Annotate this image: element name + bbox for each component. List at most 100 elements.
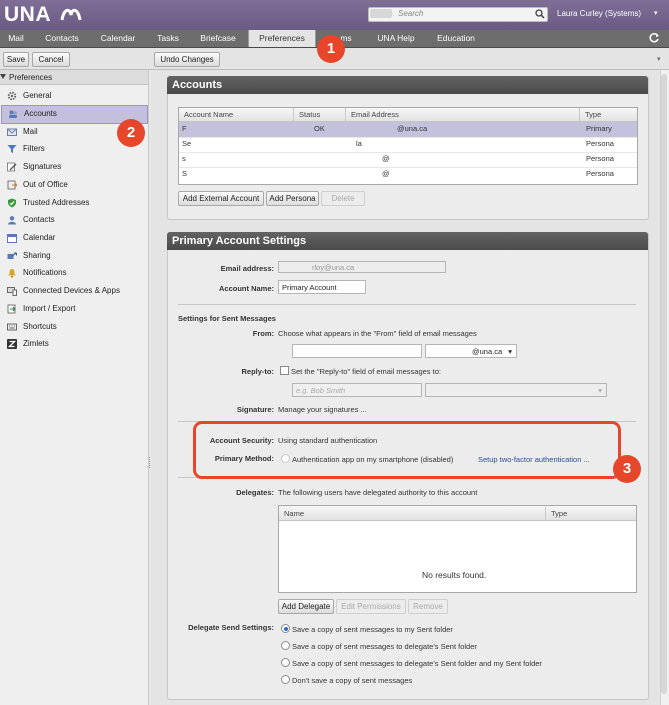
- collapse-caret-icon[interactable]: [0, 74, 6, 79]
- from-name-input[interactable]: [292, 344, 422, 358]
- calendar-icon: [7, 234, 17, 243]
- column-header-type[interactable]: Type: [580, 108, 636, 121]
- toolbar-options-caret-icon[interactable]: ▾: [657, 55, 661, 63]
- accounts-panel-title: Accounts: [167, 76, 648, 94]
- tab-briefcase[interactable]: Briefcase: [192, 30, 244, 47]
- user-name[interactable]: Laura Curley (Systems): [557, 9, 641, 18]
- account-name-cell: s: [182, 154, 186, 163]
- table-row[interactable]: s @ Persona: [179, 152, 637, 168]
- table-row[interactable]: Se la Persona: [179, 137, 637, 153]
- undo-changes-button[interactable]: Undo Changes: [154, 52, 220, 67]
- cancel-button[interactable]: Cancel: [32, 52, 70, 67]
- sidebar-item-label: Trusted Addresses: [23, 198, 90, 207]
- send-option-radio[interactable]: [281, 641, 290, 650]
- send-option-label: Save a copy of sent messages to delegate…: [292, 659, 542, 668]
- primary-account-panel-title: Primary Account Settings: [167, 232, 648, 250]
- email-cell: @: [382, 154, 390, 163]
- sidebar-item-notifications[interactable]: Notifications: [0, 264, 148, 281]
- keyboard-icon: [7, 323, 17, 331]
- sidebar-item-contacts[interactable]: Contacts: [0, 211, 148, 228]
- sidebar-title: Preferences: [9, 73, 53, 82]
- save-button[interactable]: Save: [3, 52, 29, 67]
- sidebar-item-calendar[interactable]: Calendar: [0, 229, 148, 246]
- signature-label: Signature:: [236, 405, 274, 414]
- sidebar-item-trusted-addresses[interactable]: Trusted Addresses: [0, 194, 148, 211]
- column-header-email-address[interactable]: Email Address: [346, 108, 580, 121]
- sidebar-item-zimlets[interactable]: Zimlets: [0, 335, 148, 352]
- callout-badge-1: 1: [317, 35, 345, 63]
- sidebar-item-label: Filters: [23, 144, 45, 153]
- remove-delegate-button[interactable]: Remove: [408, 599, 448, 614]
- sidebar-item-label: Mail: [23, 127, 38, 136]
- add-external-account-button[interactable]: Add External Account: [178, 191, 264, 206]
- table-row[interactable]: S @ Persona: [179, 167, 637, 182]
- email-address-field: rloy@una.ca: [278, 261, 446, 273]
- sidebar-item-connected-devices[interactable]: Connected Devices & Apps: [0, 282, 148, 299]
- divider: [178, 304, 636, 305]
- send-option-radio[interactable]: [281, 675, 290, 684]
- email-address-label: Email address:: [220, 264, 274, 273]
- out-of-office-icon: [7, 180, 17, 190]
- sidebar-item-import-export[interactable]: Import / Export: [0, 300, 148, 317]
- sidebar-item-sharing[interactable]: Sharing: [0, 247, 148, 264]
- tab-mail[interactable]: Mail: [0, 30, 32, 47]
- email-cell: @una.ca: [397, 124, 428, 133]
- app-logo[interactable]: UNA: [4, 3, 51, 27]
- column-header-type[interactable]: Type: [546, 507, 635, 520]
- dropdown-caret-icon: ▾: [598, 386, 602, 395]
- account-name-field[interactable]: Primary Account: [278, 280, 366, 294]
- reply-to-address-select[interactable]: ▾: [425, 383, 607, 397]
- account-name-cell: S: [182, 169, 188, 178]
- table-row[interactable]: F OK @una.ca Primary: [179, 122, 637, 138]
- sidebar-item-label: Sharing: [23, 251, 51, 260]
- sidebar-item-label: Out of Office: [23, 180, 68, 189]
- search-icon[interactable]: [535, 9, 545, 19]
- sidebar-item-label: Calendar: [23, 233, 56, 242]
- highlight-box: [193, 421, 621, 479]
- tab-education[interactable]: Education: [428, 30, 484, 47]
- filter-icon: [7, 145, 17, 153]
- manage-signatures-link[interactable]: Manage your signatures ...: [278, 405, 367, 414]
- delete-account-button[interactable]: Delete: [321, 191, 365, 206]
- mail-icon: [7, 128, 17, 136]
- bell-icon: [8, 269, 16, 278]
- import-export-icon: [7, 304, 16, 314]
- tab-contacts[interactable]: Contacts: [36, 30, 88, 47]
- refresh-icon[interactable]: [648, 32, 660, 44]
- tab-calendar[interactable]: Calendar: [92, 30, 144, 47]
- add-persona-button[interactable]: Add Persona: [266, 191, 319, 206]
- tab-tasks[interactable]: Tasks: [150, 30, 186, 47]
- reply-to-name-input[interactable]: e.g. Bob Smith: [292, 383, 422, 397]
- tab-una-help[interactable]: UNA Help: [370, 30, 422, 47]
- edit-permissions-button[interactable]: Edit Permissions: [336, 599, 406, 614]
- from-address-select[interactable]: @una.ca ▾: [425, 344, 517, 358]
- user-menu-caret-icon[interactable]: ▾: [654, 9, 658, 17]
- reply-to-checkbox[interactable]: [280, 366, 289, 375]
- sidebar-item-general[interactable]: General: [0, 87, 148, 104]
- send-option-radio[interactable]: [281, 658, 290, 667]
- delegate-send-settings-label: Delegate Send Settings:: [188, 623, 274, 632]
- column-header-name[interactable]: Name: [279, 507, 546, 520]
- account-name-cell: Se: [182, 139, 192, 148]
- logo-swoosh-icon: [60, 8, 82, 21]
- sidebar-item-label: Shortcuts: [23, 322, 57, 331]
- email-cell: la: [356, 139, 362, 148]
- sidebar-item-label: Signatures: [23, 162, 62, 171]
- sidebar-item-out-of-office[interactable]: Out of Office: [0, 176, 148, 193]
- search-box[interactable]: [368, 7, 548, 22]
- type-cell: Persona: [586, 139, 614, 148]
- tab-preferences[interactable]: Preferences: [248, 30, 316, 47]
- from-description: Choose what appears in the "From" field …: [278, 329, 477, 338]
- add-delegate-button[interactable]: Add Delegate: [278, 599, 334, 614]
- send-option-radio[interactable]: [281, 624, 290, 633]
- send-option-label: Save a copy of sent messages to my Sent …: [292, 625, 453, 634]
- scrollbar-thumb[interactable]: [661, 74, 667, 694]
- contacts-icon: [8, 216, 16, 225]
- search-input[interactable]: Search: [398, 7, 423, 20]
- sidebar-item-shortcuts[interactable]: Shortcuts: [0, 318, 148, 335]
- column-header-status[interactable]: Status: [294, 108, 346, 121]
- search-type-dropdown[interactable]: [370, 9, 392, 18]
- sidebar-item-signatures[interactable]: Signatures: [0, 158, 148, 175]
- delegates-label: Delegates:: [236, 488, 274, 497]
- column-header-account-name[interactable]: Account Name: [179, 108, 294, 121]
